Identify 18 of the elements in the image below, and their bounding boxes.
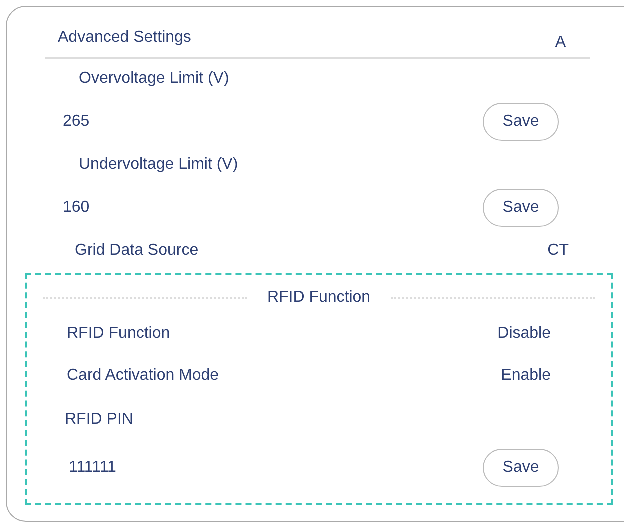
field-label: Undervoltage Limit (V) xyxy=(79,156,238,174)
save-button[interactable]: Save xyxy=(483,449,559,487)
setting-label: RFID Function xyxy=(67,325,170,343)
setting-value[interactable]: CT xyxy=(548,242,569,260)
section-title: RFID Function xyxy=(267,289,371,307)
panel-title: Advanced Settings xyxy=(58,29,192,47)
input-field[interactable]: 265 xyxy=(63,113,183,131)
unit-label: A xyxy=(555,33,566,52)
save-button[interactable]: Save xyxy=(483,189,559,227)
save-button[interactable]: Save xyxy=(483,103,559,141)
setting-label: Card Activation Mode xyxy=(67,367,220,385)
setting-label: Grid Data Source xyxy=(75,242,199,260)
input-field[interactable]: 160 xyxy=(63,199,183,217)
input-field[interactable]: 111111 xyxy=(69,459,189,477)
setting-value[interactable]: Disable xyxy=(498,325,551,343)
field-label: Overvoltage Limit (V) xyxy=(79,70,230,88)
field-label: RFID PIN xyxy=(65,411,134,429)
setting-value[interactable]: Enable xyxy=(501,367,551,385)
